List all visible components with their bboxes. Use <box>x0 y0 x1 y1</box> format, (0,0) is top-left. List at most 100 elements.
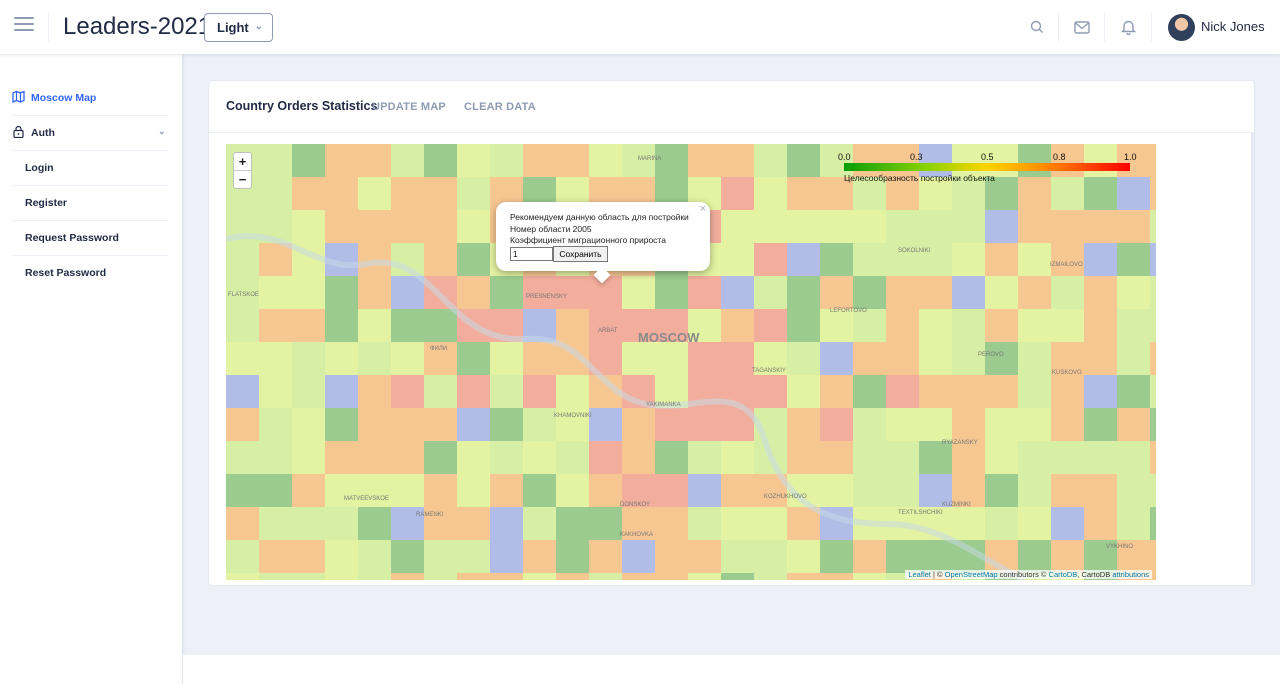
map-cell[interactable] <box>325 540 358 573</box>
email-icon[interactable] <box>1070 15 1094 39</box>
map-cell[interactable] <box>1150 342 1156 375</box>
cartodb-link[interactable]: CartoDB <box>1049 570 1078 579</box>
sidebar-item-reset-password[interactable]: Reset Password <box>0 255 182 290</box>
map-cell[interactable] <box>358 210 391 243</box>
map-cell[interactable] <box>952 507 985 540</box>
map-cell[interactable] <box>226 474 259 507</box>
migration-coefficient-input[interactable] <box>510 247 553 261</box>
map-cell[interactable] <box>754 210 787 243</box>
map-cell[interactable] <box>457 474 490 507</box>
map-cell[interactable] <box>886 540 919 573</box>
map-cell[interactable] <box>523 474 556 507</box>
map-cell[interactable] <box>1018 210 1051 243</box>
map-cell[interactable] <box>292 309 325 342</box>
map-cell[interactable] <box>655 276 688 309</box>
map-cell[interactable] <box>226 507 259 540</box>
map-cell[interactable] <box>1018 441 1051 474</box>
map-cell[interactable] <box>325 441 358 474</box>
map-cell[interactable] <box>424 474 457 507</box>
map-cell[interactable] <box>853 276 886 309</box>
map-cell[interactable] <box>1084 507 1117 540</box>
map-cell[interactable] <box>1051 276 1084 309</box>
map-cell[interactable] <box>589 408 622 441</box>
map-cell[interactable] <box>292 573 325 580</box>
zoom-out-button[interactable]: − <box>234 171 251 188</box>
menu-icon[interactable] <box>14 17 34 37</box>
map-cell[interactable] <box>721 276 754 309</box>
map-cell[interactable] <box>325 573 358 580</box>
map-cell[interactable] <box>292 507 325 540</box>
map-cell[interactable] <box>622 573 655 580</box>
map-cell[interactable] <box>1117 276 1150 309</box>
map-cell[interactable] <box>523 507 556 540</box>
map-cell[interactable] <box>820 342 853 375</box>
map-cell[interactable] <box>589 276 622 309</box>
map-cell[interactable] <box>787 144 820 177</box>
map-cell[interactable] <box>820 540 853 573</box>
map-cell[interactable] <box>391 276 424 309</box>
map-cell[interactable] <box>853 441 886 474</box>
map-cell[interactable] <box>853 243 886 276</box>
map-cell[interactable] <box>358 243 391 276</box>
map-cell[interactable] <box>1150 474 1156 507</box>
map-cell[interactable] <box>985 474 1018 507</box>
map-cell[interactable] <box>325 309 358 342</box>
map-cell[interactable] <box>655 408 688 441</box>
map-cell[interactable] <box>457 375 490 408</box>
map-cell[interactable] <box>424 210 457 243</box>
map-cell[interactable] <box>886 408 919 441</box>
map-cell[interactable] <box>853 573 886 580</box>
map-cell[interactable] <box>1018 309 1051 342</box>
map-cell[interactable] <box>556 144 589 177</box>
map-cell[interactable] <box>292 342 325 375</box>
sidebar-item-login[interactable]: Login <box>0 150 182 185</box>
map-cell[interactable] <box>523 540 556 573</box>
map-cell[interactable] <box>424 243 457 276</box>
map-cell[interactable] <box>853 408 886 441</box>
map-cell[interactable] <box>259 573 292 580</box>
map-cell[interactable] <box>787 441 820 474</box>
map-cell[interactable] <box>259 507 292 540</box>
map-cell[interactable] <box>919 309 952 342</box>
map-cell[interactable] <box>820 276 853 309</box>
map-cell[interactable] <box>259 540 292 573</box>
map-cell[interactable] <box>556 441 589 474</box>
map-cell[interactable] <box>1117 342 1150 375</box>
map-cell[interactable] <box>853 375 886 408</box>
map-cell[interactable] <box>391 309 424 342</box>
map-cell[interactable] <box>1117 309 1150 342</box>
map-cell[interactable] <box>985 408 1018 441</box>
map-cell[interactable] <box>1051 408 1084 441</box>
map-cell[interactable] <box>589 573 622 580</box>
map-cell[interactable] <box>787 177 820 210</box>
map-cell[interactable] <box>292 210 325 243</box>
map-cell[interactable] <box>490 276 523 309</box>
map-cell[interactable] <box>985 507 1018 540</box>
map-cell[interactable] <box>325 177 358 210</box>
map-cell[interactable] <box>952 276 985 309</box>
map-cell[interactable] <box>1150 375 1156 408</box>
map-cell[interactable] <box>589 507 622 540</box>
map-cell[interactable] <box>1084 474 1117 507</box>
map-cell[interactable] <box>1051 441 1084 474</box>
map-cell[interactable] <box>985 276 1018 309</box>
map-cell[interactable] <box>292 408 325 441</box>
map-cell[interactable] <box>226 408 259 441</box>
close-icon[interactable]: × <box>700 203 706 215</box>
map-cell[interactable] <box>721 507 754 540</box>
map-cell[interactable] <box>721 573 754 580</box>
map-cell[interactable] <box>820 441 853 474</box>
map-cell[interactable] <box>292 177 325 210</box>
map-cell[interactable] <box>1018 408 1051 441</box>
map-cell[interactable] <box>424 408 457 441</box>
map-cell[interactable] <box>523 276 556 309</box>
map-cell[interactable] <box>820 375 853 408</box>
map-cell[interactable] <box>952 210 985 243</box>
map-cell[interactable] <box>787 573 820 580</box>
map-cell[interactable] <box>787 243 820 276</box>
map-cell[interactable] <box>556 573 589 580</box>
sidebar-item-moscow-map[interactable]: Moscow Map <box>0 80 182 115</box>
map-cell[interactable] <box>886 441 919 474</box>
map-cell[interactable] <box>226 375 259 408</box>
map-cell[interactable] <box>1150 276 1156 309</box>
